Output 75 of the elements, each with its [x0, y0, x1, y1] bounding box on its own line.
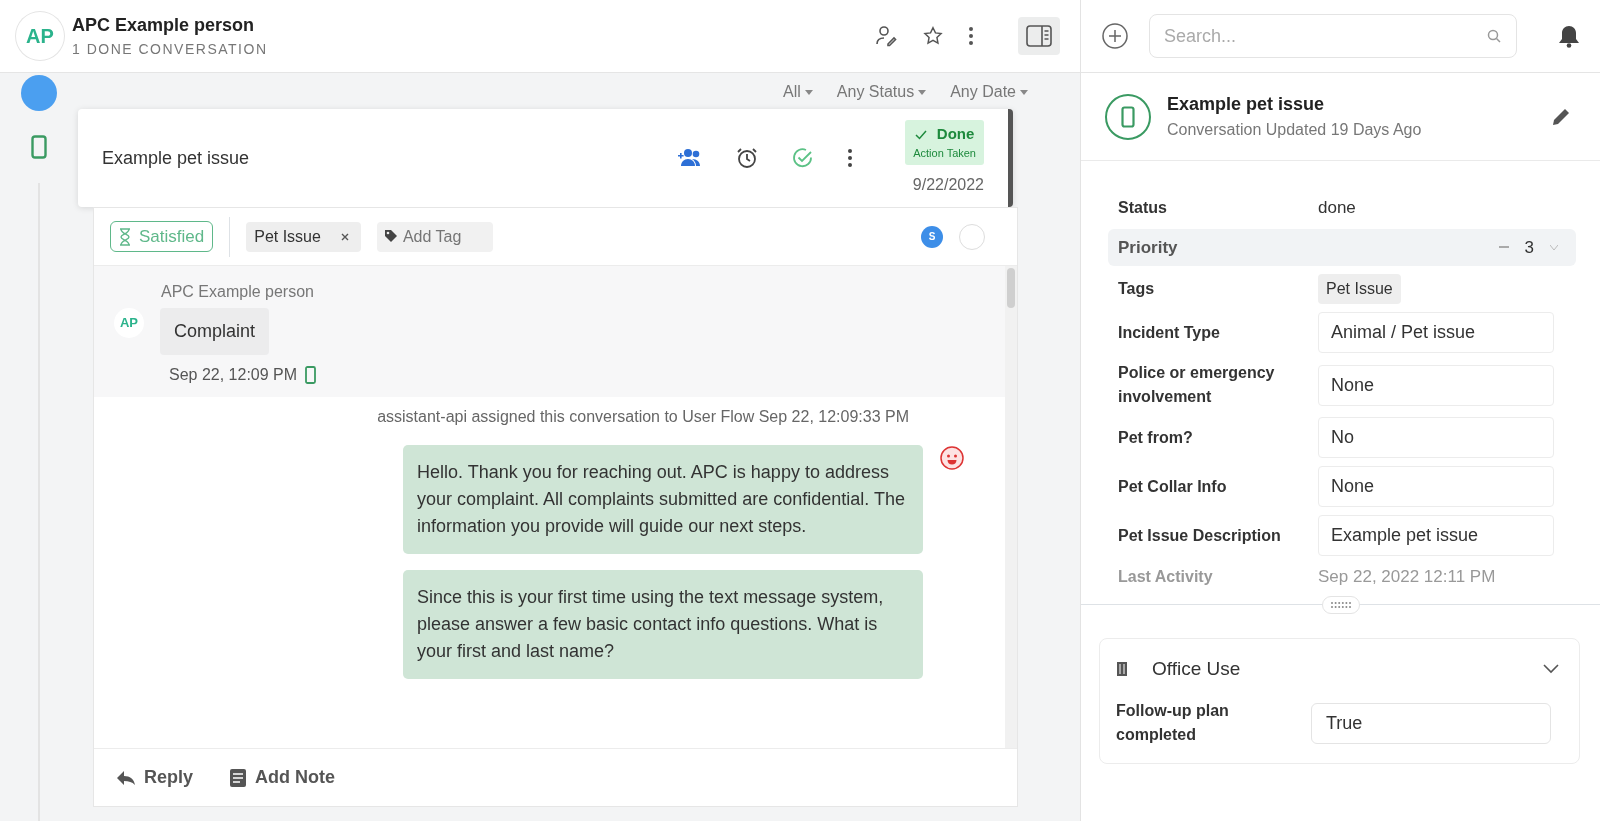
grip-icon: [1329, 600, 1352, 609]
field-value: done: [1318, 197, 1356, 219]
reply-button[interactable]: Reply: [110, 763, 200, 792]
field-label: Follow-up plan completed: [1116, 701, 1230, 745]
message-bubble: Hello. Thank you for reaching out. APC is happy to address your complaint. All complaints submitted are confidential. The information you provide will guide our next steps.: [403, 445, 923, 554]
contact-name: APC Example person: [72, 14, 256, 37]
phone-icon: [31, 135, 47, 159]
conversation-card[interactable]: Example pet issue Done Action Taken 9/22/2022: [78, 109, 1013, 207]
field-value: Sep 22, 2022 12:11 PM: [1318, 566, 1496, 588]
field-value[interactable]: No: [1318, 417, 1554, 458]
caret-icon: [918, 89, 927, 95]
side-panel-icon: [1026, 25, 1052, 47]
field-value[interactable]: Animal / Pet issue: [1318, 312, 1554, 353]
side-panel-toggle[interactable]: [1018, 17, 1060, 55]
kebab-icon: [968, 26, 974, 46]
event-text: assistant-api assigned this conversation to User Flow Sep 22, 12:09:33 PM: [377, 407, 909, 427]
details-subtitle: Conversation Updated 19 Days Ago: [1167, 120, 1423, 140]
caret-icon: [1543, 663, 1559, 674]
message-bubble: Since this is your first time using the text message system, please answer a few basic contact info questions. What is your first and last name?: [403, 570, 923, 679]
add-tag-field[interactable]: Add Tag: [376, 221, 493, 252]
conversation-title: Example pet issue: [102, 146, 251, 170]
close-icon: [340, 232, 349, 241]
field-value[interactable]: None: [1318, 466, 1554, 507]
filter-dropdown[interactable]: Any Status: [832, 75, 931, 109]
status-badge: Done Action Taken: [905, 119, 984, 165]
notifications-icon: [1558, 24, 1580, 48]
field-label: Pet from?: [1118, 427, 1194, 448]
tag-chip: Pet Issue: [1318, 274, 1401, 304]
agent-avatar: S: [921, 225, 943, 248]
search-icon: [1487, 29, 1501, 43]
caret-icon: [804, 89, 813, 95]
kebab-icon: [847, 148, 854, 168]
caret-icon: [1020, 89, 1028, 95]
add-note-button[interactable]: Add Note: [223, 763, 342, 792]
field-label: Pet Collar Info: [1118, 476, 1228, 497]
building-icon: [1116, 660, 1128, 677]
field-label: Incident Type: [1118, 322, 1221, 343]
conversation-count: 1 DONE CONVERSATION: [72, 40, 269, 59]
search-field[interactable]: Search...: [1149, 14, 1517, 58]
select-field[interactable]: True: [1311, 702, 1551, 744]
field-label: Priority: [1118, 236, 1178, 259]
details-title: Example pet issue: [1167, 93, 1326, 116]
minus-icon: [1498, 246, 1509, 249]
caret-icon: [1550, 244, 1558, 250]
scrollbar[interactable]: [1005, 266, 1017, 748]
filter-dropdown[interactable]: Any Date: [946, 75, 1032, 109]
add-note-icon: [229, 767, 248, 788]
phone-icon: [305, 366, 317, 384]
message-time: Sep 22, 12:09 PM: [169, 365, 298, 385]
avatar: AP: [16, 12, 64, 60]
satisfaction-tag: Satisfied: [110, 220, 214, 253]
hourglass-icon: [119, 227, 131, 246]
field-label: Tags: [1118, 279, 1156, 299]
check-icon: [914, 129, 927, 140]
reply-icon: [116, 769, 136, 786]
tag-chip: Pet Issue: [246, 221, 361, 252]
field-label: Pet Issue Description: [1118, 525, 1282, 546]
star-icon: [922, 25, 944, 47]
priority-value: 3: [1524, 236, 1534, 259]
field-label: Last Activity: [1118, 566, 1214, 587]
timeline-dot: [21, 75, 57, 111]
field-value[interactable]: None: [1318, 364, 1554, 406]
field-value[interactable]: Example pet issue: [1318, 515, 1554, 556]
assign-user-icon: [874, 24, 898, 48]
resize-handle[interactable]: [1321, 595, 1360, 614]
priority-row[interactable]: Priority 3: [1108, 228, 1576, 266]
section-title: Office Use: [1152, 656, 1241, 681]
field-label: Status: [1118, 197, 1168, 218]
conversation-date: 9/22/2022: [912, 174, 984, 195]
message-bubble: Complaint: [160, 308, 270, 355]
filter-dropdown[interactable]: All: [779, 75, 817, 109]
avatar: AP: [114, 308, 144, 338]
field-label: Police or emergency involvement: [1118, 363, 1276, 407]
message-author: APC Example person: [161, 282, 315, 302]
add-icon: [1101, 22, 1129, 50]
